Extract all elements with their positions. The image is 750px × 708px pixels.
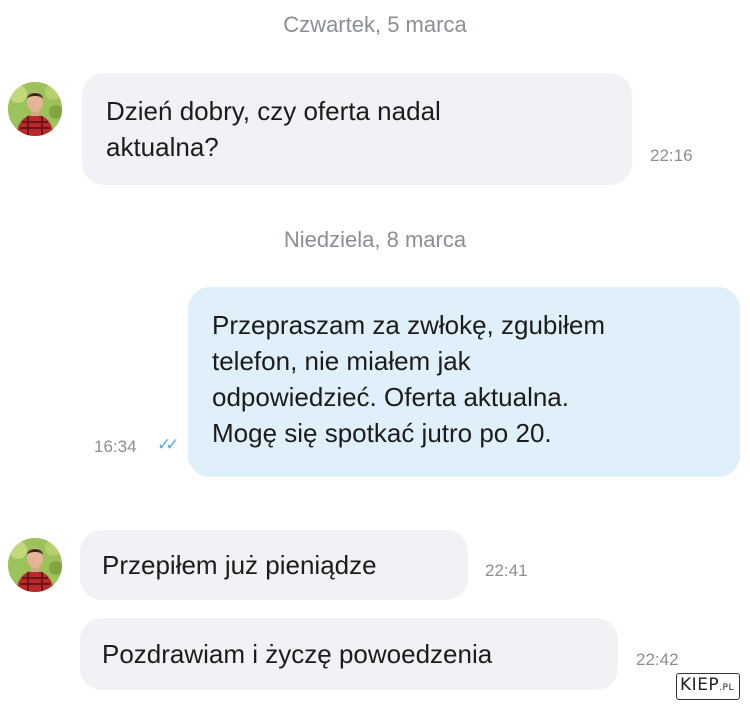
watermark-main: KIEP <box>680 675 720 695</box>
watermark-suffix: .PL <box>719 683 734 693</box>
message-text: Przepraszam za zwłokę, zgubiłem telefon,… <box>212 310 606 448</box>
double-check-icon: ✓✓ <box>157 435 179 454</box>
message-timestamp: 16:34 <box>94 437 137 456</box>
message-text: Przepiłem już pieniądze <box>102 550 377 580</box>
date-separator: Czwartek, 5 marca <box>283 12 467 37</box>
avatar-image <box>8 538 62 592</box>
message-text: Pozdrawiam i życzę powoedzenia <box>102 639 493 669</box>
avatar-image <box>8 82 62 136</box>
message-text: Dzień dobry, czy oferta nadal aktualna? <box>106 96 441 162</box>
message-bubble-incoming[interactable]: Przepiłem już pieniądze <box>80 530 468 600</box>
message-bubble-incoming[interactable]: Pozdrawiam i życzę powoedzenia <box>80 618 618 690</box>
message-bubble-incoming[interactable]: Dzień dobry, czy oferta nadal aktualna? <box>82 73 632 185</box>
contact-avatar[interactable] <box>8 82 62 136</box>
message-timestamp: 22:41 <box>485 561 528 580</box>
contact-avatar[interactable] <box>8 538 62 592</box>
site-watermark-logo: KIEP.PL <box>676 673 740 700</box>
date-separator: Niedziela, 8 marca <box>283 227 467 252</box>
message-timestamp: 22:42 <box>636 650 679 669</box>
message-timestamp: 22:16 <box>650 146 693 165</box>
message-bubble-outgoing[interactable]: Przepraszam za zwłokę, zgubiłem telefon,… <box>188 287 740 477</box>
